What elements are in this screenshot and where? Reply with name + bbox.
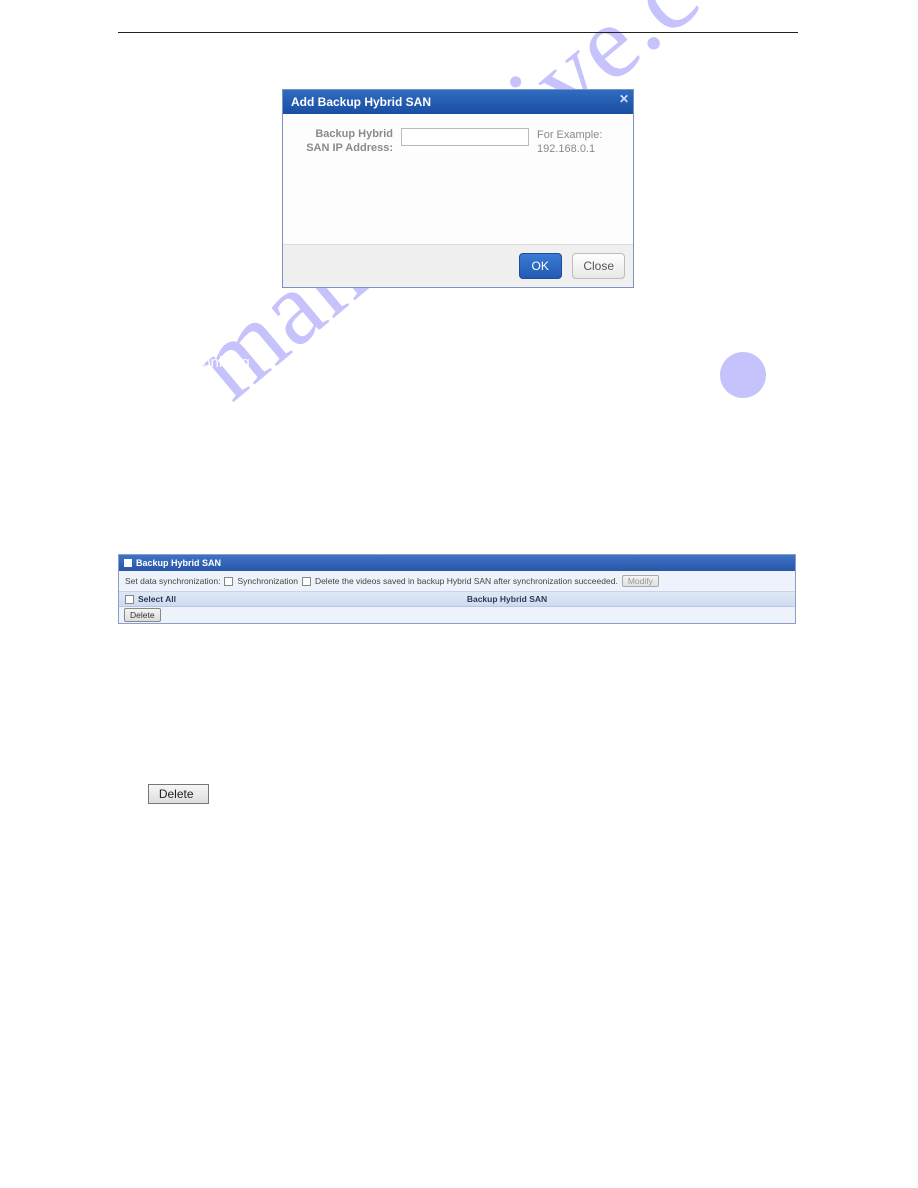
close-icon[interactable]: ✕ <box>619 92 629 106</box>
dialog-titlebar: Add Backup Hybrid SAN ✕ <box>283 90 633 114</box>
select-all-label: Select All <box>138 594 176 604</box>
panel-title: Backup Hybrid SAN <box>136 558 221 568</box>
col-backup-header: Backup Hybrid SAN <box>225 594 789 604</box>
sync-heading: 9.3.2 Synchronizing <box>118 354 798 371</box>
close-button[interactable]: Close <box>572 253 625 279</box>
del-after-sync-label: Delete the videos saved in backup Hybrid… <box>315 576 618 586</box>
cfg-label: Set data synchronization: <box>125 576 220 586</box>
panel-delete-button[interactable]: Delete <box>124 608 161 622</box>
collapse-icon[interactable] <box>124 559 132 567</box>
deleting-steps: Steps: 1. Do one of the following: • To … <box>118 707 798 775</box>
backup-panel: Backup Hybrid SAN Set data synchronizati… <box>118 554 796 624</box>
steps-block: Steps: 1. To enable synchronization, che… <box>118 442 798 544</box>
ip-field-label: Backup Hybrid SAN IP Address: <box>295 128 393 230</box>
dialog-footer: OK Close <box>283 244 633 287</box>
figure-caption-1: Figure 9. 16 Add Backup Hybrid SAN <box>118 306 798 318</box>
modify-button[interactable]: Modify <box>622 575 659 587</box>
purpose-block: Purpose: Once synchronization is enabled… <box>118 381 798 432</box>
ok-button[interactable]: OK <box>519 253 562 279</box>
panel-column-header: Select All Backup Hybrid SAN <box>119 592 795 607</box>
inline-delete-button[interactable]: Delete <box>148 784 209 804</box>
panel-config-row: Set data synchronization: Synchronizatio… <box>119 571 795 592</box>
ip-input[interactable] <box>401 128 529 146</box>
sync-label: Synchronization <box>237 576 297 586</box>
panel-header: Backup Hybrid SAN <box>119 555 795 571</box>
select-all-checkbox[interactable] <box>125 595 134 604</box>
example-hint: For Example: 192.168.0.1 <box>537 128 602 230</box>
figure-caption-2: Figure 9. 17 Backup Hybrid SAN <box>118 632 798 644</box>
top-rule <box>118 32 798 33</box>
del-after-sync-checkbox[interactable] <box>302 577 311 586</box>
n1-body: If N+1 is enabled and a working Hybrid S… <box>118 871 798 905</box>
panel-action-row: Delete <box>119 607 795 623</box>
deleting-heading: 9.3.3 Deleting Backup Hybrid SAN <box>118 680 798 697</box>
n1-heading: 9.4 Working Hybrid SAN Operation <box>118 844 798 861</box>
add-backup-dialog: Add Backup Hybrid SAN ✕ Backup Hybrid SA… <box>282 89 634 288</box>
dialog-body: Backup Hybrid SAN IP Address: For Exampl… <box>283 114 633 244</box>
delete-step-line: Click Delete and click OK in confirmatio… <box>118 784 798 804</box>
sync-checkbox[interactable] <box>224 577 233 586</box>
dialog-title-text: Add Backup Hybrid SAN <box>291 95 431 109</box>
